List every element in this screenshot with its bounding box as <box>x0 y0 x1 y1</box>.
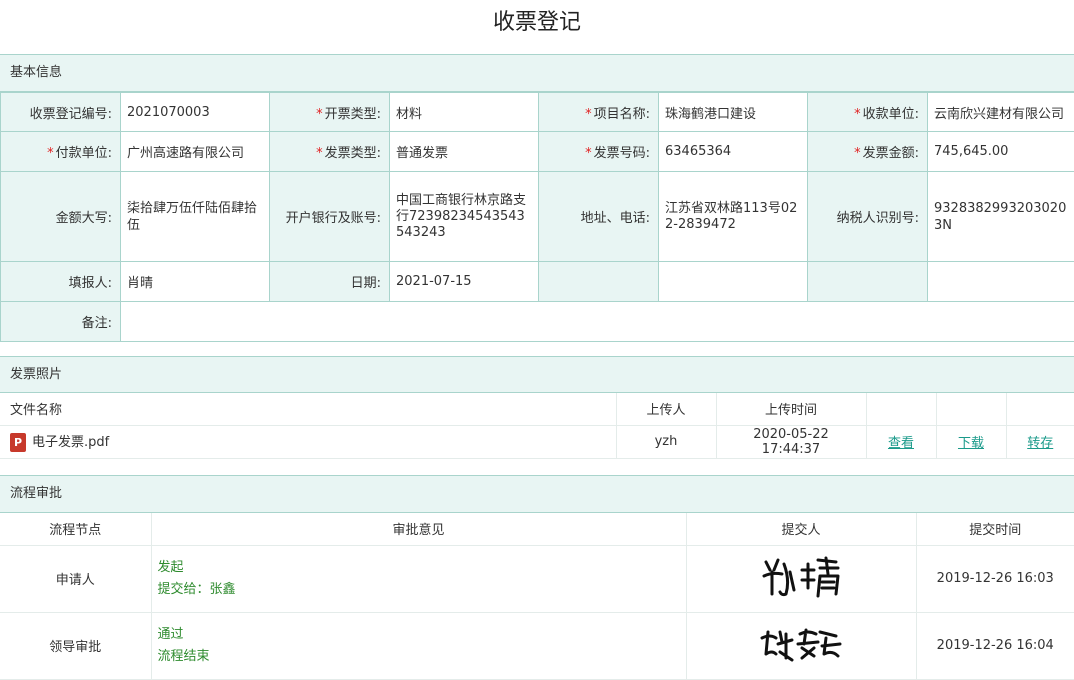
opinion-line-2: 流程结束 <box>158 646 680 668</box>
pdf-file-icon: P <box>10 433 26 452</box>
opinion-line-1: 发起 <box>158 557 680 579</box>
signature-cell <box>686 545 916 612</box>
flow-row: 领导审批 通过 流程结束 2019-12-26 16:04 <box>0 612 1074 679</box>
flow-time: 2019-12-26 16:03 <box>916 545 1074 612</box>
forward-link[interactable]: 转存 <box>1027 436 1053 451</box>
submitter-header: 提交人 <box>686 513 916 545</box>
bank-label: 开户银行及账号: <box>270 172 390 262</box>
file-name-cell: P 电子发票.pdf <box>0 425 616 458</box>
invoice-type-value: 普通发票 <box>390 132 539 172</box>
empty-value-1 <box>659 262 808 302</box>
invoice-no-label: *发票号码: <box>539 132 659 172</box>
bank-value: 中国工商银行林京路支行72398234543543543243 <box>390 172 539 262</box>
page-title: 收票登记 <box>0 0 1074 54</box>
uploader-header: 上传人 <box>616 393 716 425</box>
action-header-3 <box>1006 393 1074 425</box>
download-link[interactable]: 下载 <box>958 436 984 451</box>
payee-value: 云南欣兴建材有限公司 <box>928 93 1074 132</box>
flow-row: 申请人 发起 提交给：张鑫 2019-12-26 16:03 <box>0 545 1074 612</box>
opinion-header: 审批意见 <box>151 513 686 545</box>
file-upload-time: 2020-05-22 17:44:37 <box>716 425 866 458</box>
flow-section-header: 流程审批 <box>0 475 1074 513</box>
file-table: 文件名称 上传人 上传时间 P 电子发票.pdf yzh 2020-05-22 1… <box>0 393 1074 459</box>
flow-node: 领导审批 <box>0 612 151 679</box>
submit-time-header: 提交时间 <box>916 513 1074 545</box>
photos-section-header: 发票照片 <box>0 356 1074 393</box>
action-header-1 <box>866 393 936 425</box>
signature-cell <box>686 612 916 679</box>
basic-info-section-header: 基本信息 <box>0 54 1074 92</box>
amount-label: *发票金额: <box>808 132 928 172</box>
upload-time-header: 上传时间 <box>716 393 866 425</box>
filler-label: 填报人: <box>1 262 121 302</box>
address-label: 地址、电话: <box>539 172 659 262</box>
invoice-no-value: 63465364 <box>659 132 808 172</box>
receipt-no-value: 2021070003 <box>121 93 270 132</box>
taxid-label: 纳税人识别号: <box>808 172 928 262</box>
flow-node: 申请人 <box>0 545 151 612</box>
opinion-line-2: 提交给：张鑫 <box>158 579 680 601</box>
project-value: 珠海鹤港口建设 <box>659 93 808 132</box>
amount-cn-value: 柒拾肆万伍仟陆佰肆拾伍 <box>121 172 270 262</box>
filler-value: 肖晴 <box>121 262 270 302</box>
project-label: *项目名称: <box>539 93 659 132</box>
file-uploader: yzh <box>616 425 716 458</box>
action-header-2 <box>936 393 1006 425</box>
signature-image <box>756 554 846 600</box>
flow-time: 2019-12-26 16:04 <box>916 612 1074 679</box>
payer-value: 广州高速路有限公司 <box>121 132 270 172</box>
empty-label-2 <box>808 262 928 302</box>
file-name-header: 文件名称 <box>0 393 616 425</box>
flow-table: 流程节点 审批意见 提交人 提交时间 申请人 发起 提交给：张鑫 2019-12… <box>0 513 1074 680</box>
empty-label-1 <box>539 262 659 302</box>
date-label: 日期: <box>270 262 390 302</box>
basic-info-table: 收票登记编号: 2021070003 *开票类型: 材料 *项目名称: 珠海鹤港… <box>0 92 1074 342</box>
invoice-kind-value: 材料 <box>390 93 539 132</box>
view-link[interactable]: 查看 <box>888 436 914 451</box>
opinion-line-1: 通过 <box>158 624 680 646</box>
payee-label: *收款单位: <box>808 93 928 132</box>
empty-value-2 <box>928 262 1074 302</box>
invoice-kind-label: *开票类型: <box>270 93 390 132</box>
invoice-type-label: *发票类型: <box>270 132 390 172</box>
payer-label: *付款单位: <box>1 132 121 172</box>
signature-image <box>756 624 846 664</box>
date-value: 2021-07-15 <box>390 262 539 302</box>
flow-opinion: 通过 流程结束 <box>151 612 686 679</box>
taxid-value: 93283829932030203N <box>928 172 1074 262</box>
remark-value <box>121 302 1074 342</box>
amount-cn-label: 金额大写: <box>1 172 121 262</box>
receipt-no-label: 收票登记编号: <box>1 93 121 132</box>
file-name: 电子发票.pdf <box>32 435 109 450</box>
address-value: 江苏省双林路113号022-2839472 <box>659 172 808 262</box>
remark-label: 备注: <box>1 302 121 342</box>
flow-opinion: 发起 提交给：张鑫 <box>151 545 686 612</box>
amount-value: 745,645.00 <box>928 132 1074 172</box>
file-row: P电子发票.pdf yzh 2020-05-22 17:44:37 查看 下载 … <box>0 425 1074 458</box>
node-header: 流程节点 <box>0 513 151 545</box>
